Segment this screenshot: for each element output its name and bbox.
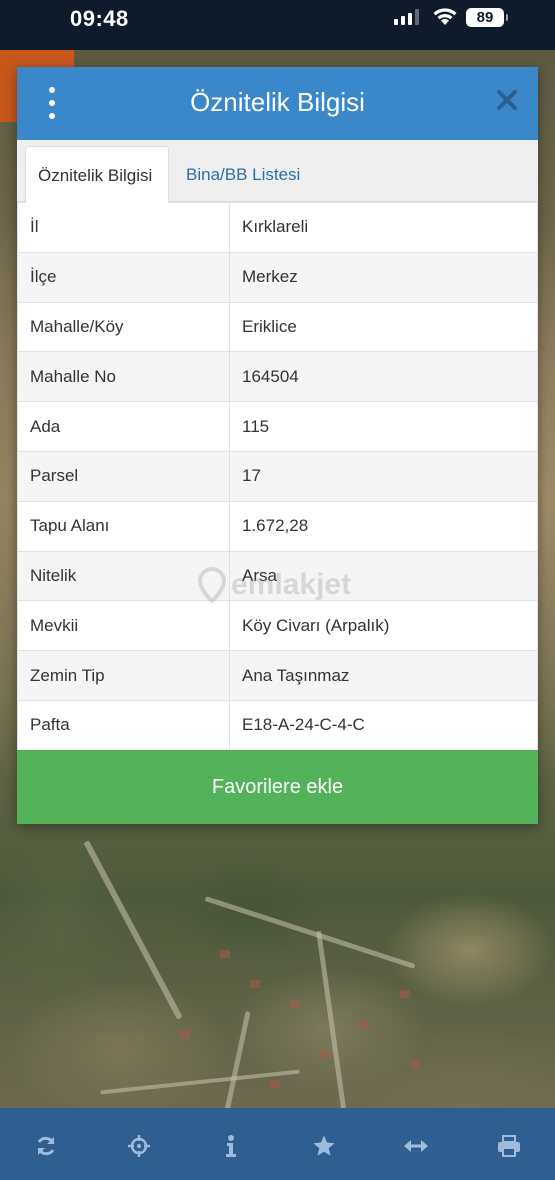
table-row: Mahalle/Köy Eriklice	[17, 301, 538, 353]
attribute-value: 164504	[229, 351, 538, 403]
info-icon	[226, 1135, 237, 1157]
attribute-key: Mahalle No	[17, 351, 230, 403]
attribute-value: Köy Civarı (Arpalık)	[229, 600, 538, 652]
table-row: Pafta E18-A-24-C-4-C	[17, 699, 538, 751]
attribute-key: Nitelik	[17, 550, 230, 602]
wifi-icon	[433, 8, 457, 25]
table-row: Ada 115	[17, 401, 538, 452]
bottom-toolbar	[0, 1108, 555, 1180]
attribute-value: 115	[229, 401, 538, 452]
table-row: İlçe Merkez	[17, 251, 538, 303]
table-row: Parsel 17	[17, 450, 538, 502]
attribute-value: E18-A-24-C-4-C	[229, 699, 538, 751]
attribute-modal: Öznitelik Bilgisi Öznitelik Bilgisi Bina…	[17, 67, 538, 824]
attribute-value: 1.672,28	[229, 500, 538, 552]
attribute-key: Mevkii	[17, 600, 230, 652]
measure-button[interactable]	[394, 1130, 438, 1162]
attribute-value: Ana Taşınmaz	[229, 650, 538, 701]
refresh-button[interactable]	[24, 1130, 68, 1162]
attribute-key: Tapu Alanı	[17, 500, 230, 552]
modal-header: Öznitelik Bilgisi	[17, 67, 538, 140]
tab-attribute-info[interactable]: Öznitelik Bilgisi	[25, 146, 169, 203]
locate-button[interactable]	[117, 1130, 161, 1162]
battery-icon: 89	[466, 8, 508, 27]
attribute-key: Mahalle/Köy	[17, 301, 230, 353]
attribute-key: Ada	[17, 401, 230, 452]
attribute-key: Pafta	[17, 699, 230, 751]
star-icon	[313, 1135, 335, 1156]
print-button[interactable]	[487, 1130, 531, 1162]
attribute-key: Parsel	[17, 450, 230, 502]
table-row: İl Kırklareli	[17, 202, 538, 253]
attribute-table: İl Kırklareli İlçe Merkez Mahalle/Köy Erikl…	[17, 202, 538, 751]
arrows-horizontal-icon	[404, 1140, 429, 1152]
tab-building-list[interactable]: Bina/BB Listesi	[174, 146, 312, 203]
close-button[interactable]	[494, 89, 520, 115]
modal-title: Öznitelik Bilgisi	[190, 87, 365, 117]
printer-icon	[497, 1135, 520, 1157]
attribute-value: Merkez	[229, 251, 538, 303]
table-row: Mahalle No 164504	[17, 351, 538, 403]
add-to-favorites-button[interactable]: Favorilere ekle	[17, 750, 538, 824]
attribute-key: İlçe	[17, 251, 230, 303]
crosshair-icon	[127, 1135, 150, 1157]
attribute-value: Arsa	[229, 550, 538, 602]
table-row: Mevkii Köy Civarı (Arpalık)	[17, 600, 538, 652]
attribute-key: İl	[17, 202, 230, 253]
refresh-icon	[37, 1136, 55, 1156]
attribute-key: Zemin Tip	[17, 650, 230, 701]
status-bar: 09:48 89	[0, 0, 555, 50]
signal-icon	[394, 9, 419, 25]
attribute-value: Kırklareli	[229, 202, 538, 253]
tab-bar: Öznitelik Bilgisi Bina/BB Listesi	[17, 140, 538, 203]
table-row: Tapu Alanı 1.672,28	[17, 500, 538, 552]
table-row: Nitelik Arsa	[17, 550, 538, 602]
info-button[interactable]	[209, 1130, 253, 1162]
favorites-button[interactable]	[302, 1130, 346, 1162]
table-row: Zemin Tip Ana Taşınmaz	[17, 650, 538, 701]
status-time: 09:48	[70, 6, 129, 31]
attribute-value: Eriklice	[229, 301, 538, 353]
attribute-value: 17	[229, 450, 538, 502]
close-icon	[497, 90, 517, 110]
